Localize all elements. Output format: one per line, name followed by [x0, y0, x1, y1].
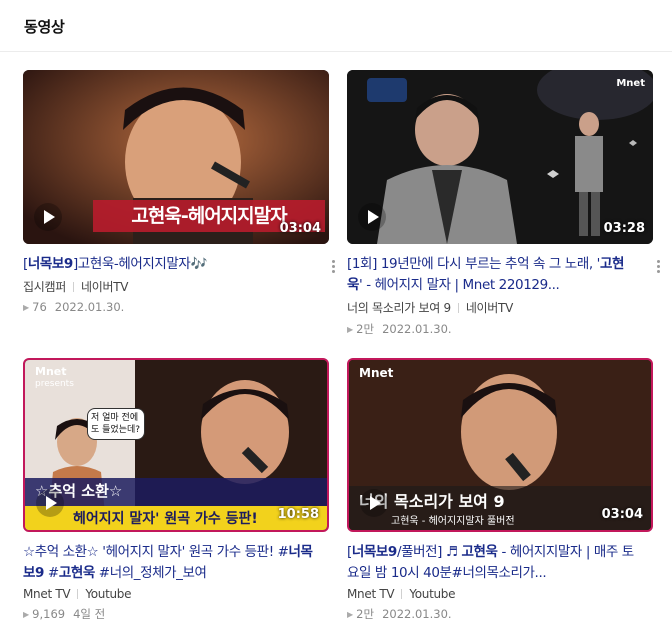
section-header: 동영상 — [0, 0, 672, 52]
video-card[interactable]: Mnet presents 저 얼마 전에도 들었는데? ☆추억 소환☆ 헤어지지… — [23, 358, 329, 622]
video-meta: Mnet TV Youtube — [347, 587, 653, 601]
channel-name[interactable]: Mnet TV — [347, 587, 395, 601]
triangle-icon: ▶ — [23, 610, 30, 619]
video-source: 네이버TV — [80, 280, 129, 294]
thumbnail-caption: 헤어지지 말자' 원곡 가수 등판! — [73, 511, 258, 527]
video-thumbnail[interactable]: Mnet 너의 목소리가 보여 9 고현욱 - 헤어지지말자 풀버전 03:04 — [347, 358, 653, 532]
video-title[interactable]: [1회] 19년만에 다시 부르는 추억 속 그 노래, '고현욱' - 헤어지… — [347, 254, 637, 296]
video-duration: 03:28 — [603, 221, 645, 236]
play-icon[interactable] — [357, 202, 387, 232]
more-vertical-icon[interactable] — [332, 260, 336, 275]
channel-name[interactable]: 집시캠퍼 — [23, 280, 66, 294]
speech-bubble: 저 얼마 전에도 들었는데? — [87, 408, 145, 440]
mnet-logo: Mnet — [359, 366, 394, 380]
triangle-icon: ▶ — [347, 325, 354, 334]
upload-date: 2022.01.30. — [382, 322, 452, 336]
channel-name[interactable]: 너의 목소리가 보여 9 — [347, 301, 451, 315]
play-icon[interactable] — [35, 488, 65, 518]
video-thumbnail[interactable]: 고현욱-헤어지지말자 03:04 — [23, 70, 329, 244]
video-duration: 03:04 — [279, 221, 321, 236]
video-meta: 집시캠퍼 네이버TV — [23, 278, 329, 295]
view-count: 76 — [32, 300, 47, 314]
video-card[interactable]: Mnet 너의 목소리가 보여 9 고현욱 - 헤어지지말자 풀버전 03:04… — [347, 358, 653, 622]
video-stats: ▶ 9,169 4일 전 — [23, 606, 329, 622]
video-source: Youtube — [409, 587, 456, 601]
play-icon[interactable] — [33, 202, 63, 232]
view-count: 2만 — [356, 607, 375, 621]
mnet-logo: Mnet presents — [35, 365, 74, 390]
triangle-icon: ▶ — [347, 610, 354, 619]
video-stats: ▶ 2만 2022.01.30. — [347, 321, 653, 337]
video-title[interactable]: [너목보9/풀버전] ♬ 고현욱 - 헤어지지말자 | 매주 토요일 밤 10시… — [347, 542, 637, 584]
play-icon[interactable] — [359, 488, 389, 518]
video-thumbnail[interactable]: Mnet presents 저 얼마 전에도 들었는데? ☆추억 소환☆ 헤어지지… — [23, 358, 329, 532]
thumbnail-image — [347, 70, 653, 244]
video-source: 네이버TV — [465, 301, 513, 315]
upload-date: 4일 전 — [73, 607, 106, 621]
upload-date: 2022.01.30. — [54, 300, 125, 314]
video-duration: 10:58 — [277, 507, 319, 522]
video-meta: Mnet TV Youtube — [23, 587, 329, 601]
video-thumbnail[interactable]: Mnet 03:28 — [347, 70, 653, 244]
video-stats: ▶ 2만 2022.01.30. — [347, 606, 653, 622]
view-count: 9,169 — [32, 607, 66, 621]
video-card[interactable]: Mnet 03:28 [1회] 19년만에 다시 부르는 추억 속 그 노래, … — [347, 70, 660, 337]
upload-date: 2022.01.30. — [382, 607, 452, 621]
video-title[interactable]: [너목보9]고현욱-헤어지지말자🎶 — [23, 254, 313, 275]
video-stats: ▶ 76 2022.01.30. — [23, 300, 329, 314]
thumbnail-caption: 고현욱 - 헤어지지말자 풀버전 — [391, 516, 515, 527]
video-source: Youtube — [85, 587, 132, 601]
more-vertical-icon[interactable] — [657, 260, 661, 275]
video-duration: 03:04 — [601, 507, 643, 522]
section-title: 동영상 — [24, 18, 65, 36]
channel-name[interactable]: Mnet TV — [23, 587, 71, 601]
video-meta: 너의 목소리가 보여 9 네이버TV — [347, 299, 653, 316]
triangle-icon: ▶ — [23, 303, 30, 312]
video-card[interactable]: 고현욱-헤어지지말자 03:04 [너목보9]고현욱-헤어지지말자🎶 집시캠퍼 네… — [23, 70, 335, 314]
view-count: 2만 — [356, 322, 375, 336]
video-title[interactable]: ☆추억 소환☆ '헤어지지 말자' 원곡 가수 등판! #너목보9 #고현욱 #… — [23, 542, 313, 584]
mnet-logo: Mnet — [616, 78, 645, 89]
